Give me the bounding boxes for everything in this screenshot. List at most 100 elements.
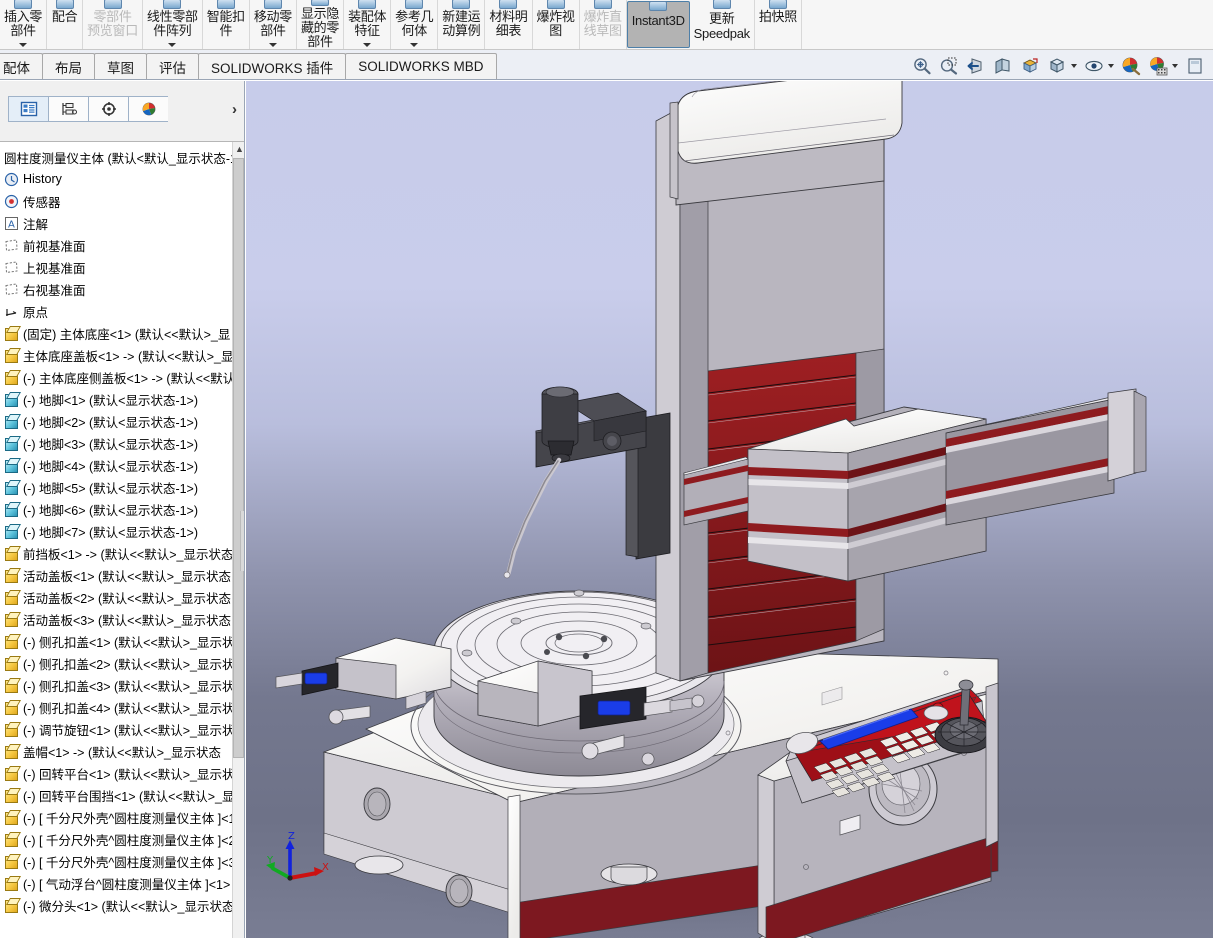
property-manager-tab[interactable] [48,96,88,122]
expand-panel-arrow[interactable]: › [232,101,237,118]
part-icon [4,832,19,847]
tree-node[interactable]: (-) 侧孔扣盖<1> (默认<<默认>_显示状 [0,630,232,652]
edit-appearance-icon[interactable] [1119,54,1143,78]
feature-tree-tab[interactable] [8,96,48,122]
display-style-chevron-down-icon[interactable] [1071,64,1077,68]
tree-node-label: 前视基准面 [23,239,86,254]
tree-node[interactable]: (-) 地脚<6> (默认<显示状态-1>) [0,498,232,520]
panel-splitter-handle[interactable] [240,511,244,571]
sensor-icon [4,194,19,209]
tree-node-label: (-) 侧孔扣盖<1> (默认<<默认>_显示状 [23,635,232,650]
graphics-viewport[interactable]: Z Y X [246,81,1213,938]
tree-node[interactable]: A 注解 [0,212,232,234]
ribbon-button-15-label: 拍快照 [758,9,797,24]
configuration-manager-tab[interactable] [88,96,128,122]
tree-root-node[interactable]: 圆柱度测量仪主体 (默认<默认_显示状态-1> [0,146,232,168]
ribbon-button-12: 爆炸直 线草图 [580,0,627,49]
part-icon [4,854,19,869]
tree-node[interactable]: (-) 地脚<2> (默认<显示状态-1>) [0,410,232,432]
feature-tree-container: 圆柱度测量仪主体 (默认<默认_显示状态-1> History 传感器 A 注解前视基准… [0,141,244,938]
tree-node-label: 前挡板<1> -> (默认<<默认>_显示状态 [23,547,232,562]
ribbon-button-5-chevron-down-icon[interactable] [268,43,277,47]
section-view-icon[interactable] [991,54,1015,78]
command-tab-4[interactable]: SOLIDWORKS 插件 [198,53,347,79]
tree-scroll-thumb[interactable] [233,158,244,758]
display-style-icon[interactable] [1045,54,1069,78]
apply-scene-icon[interactable] [1146,54,1170,78]
tree-node[interactable]: (-) 地脚<7> (默认<显示状态-1>) [0,520,232,542]
ribbon-button-3-label: 线性零部 件阵列 [146,9,198,38]
tree-node[interactable]: (-) 地脚<3> (默认<显示状态-1>) [0,432,232,454]
tree-node[interactable]: 前视基准面 [0,234,232,256]
ribbon-button-3-chevron-down-icon[interactable] [168,43,177,47]
tree-node[interactable]: 活动盖板<1> (默认<<默认>_显示状态 [0,564,232,586]
tree-node[interactable]: (固定) 主体底座<1> (默认<<默认>_显 [0,322,232,344]
tree-node[interactable]: 活动盖板<2> (默认<<默认>_显示状态 [0,586,232,608]
zoom-to-fit-icon[interactable] [910,54,934,78]
command-tab-5[interactable]: SOLIDWORKS MBD [345,53,497,79]
ribbon-filler [802,0,1213,49]
ribbon-button-0[interactable]: 插入零 部件 [0,0,48,49]
tree-node[interactable]: (-) 地脚<5> (默认<显示状态-1>) [0,476,232,498]
tree-node[interactable]: (-) [ 气动浮台^圆柱度测量仪主体 ]<1> [0,872,232,894]
ribbon-button-9-icon [452,0,471,9]
ribbon-button-3[interactable]: 线性零部 件阵列 [143,0,203,49]
tree-node[interactable]: 主体底座盖板<1> -> (默认<<默认>_显 [0,344,232,366]
ribbon-button-6[interactable]: 显示隐 藏的零 部件 [297,0,345,49]
previous-view-icon[interactable] [964,54,988,78]
scroll-up-arrow-icon[interactable]: ▲ [233,142,244,156]
ribbon-button-4[interactable]: 智能扣 件 [203,0,250,49]
ribbon-button-10-icon [499,0,518,9]
ribbon-button-15[interactable]: 拍快照 [755,0,802,49]
ribbon-button-8-chevron-down-icon[interactable] [410,43,419,47]
ribbon-button-10[interactable]: 材料明 细表 [485,0,533,49]
tree-node[interactable]: 盖帽<1> -> (默认<<默认>_显示状态 [0,740,232,762]
ribbon-button-7-chevron-down-icon[interactable] [363,43,372,47]
ribbon-button-13[interactable]: Instant3D [626,1,690,48]
ribbon-button-8[interactable]: 参考几 何体 [391,0,439,49]
tree-node[interactable]: 活动盖板<3> (默认<<默认>_显示状态 [0,608,232,630]
command-tab-2[interactable]: 草图 [94,53,147,79]
apply-scene-chevron-down-icon[interactable] [1172,64,1178,68]
ribbon-button-1[interactable]: 配合 [47,0,84,49]
view-orientation-icon[interactable] [1018,54,1042,78]
tree-node[interactable]: 原点 [0,300,232,322]
tree-node[interactable]: (-) 微分头<1> (默认<<默认>_显示状态 [0,894,232,916]
tree-node[interactable]: (-) 调节旋钮<1> (默认<<默认>_显示状 [0,718,232,740]
tree-node[interactable]: History [0,168,232,190]
annotation-icon: A [4,216,19,231]
ribbon-button-1-label: 配合 [51,9,78,24]
tree-node[interactable]: (-) 侧孔扣盖<4> (默认<<默认>_显示状 [0,696,232,718]
command-tab-1[interactable]: 布局 [42,53,95,79]
tree-node[interactable]: 前挡板<1> -> (默认<<默认>_显示状态 [0,542,232,564]
tree-node-label: (-) 地脚<4> (默认<显示状态-1>) [23,459,199,474]
ribbon-button-14[interactable]: 更新 Speedpak [690,0,755,49]
tree-node[interactable]: (-) [ 千分尺外壳^圆柱度测量仪主体 ]<1 [0,806,232,828]
ribbon-button-7[interactable]: 装配体 特征 [344,0,392,49]
ribbon-button-0-chevron-down-icon[interactable] [19,43,28,47]
command-tab-3[interactable]: 评估 [146,53,199,79]
tree-node[interactable]: (-) 地脚<4> (默认<显示状态-1>) [0,454,232,476]
tree-node[interactable]: (-) 回转平台<1> (默认<<默认>_显示状 [0,762,232,784]
tree-node[interactable]: (-) 回转平台围挡<1> (默认<<默认>_显 [0,784,232,806]
tree-node[interactable]: (-) 侧孔扣盖<2> (默认<<默认>_显示状 [0,652,232,674]
tree-node[interactable]: (-) [ 千分尺外壳^圆柱度测量仪主体 ]<2 [0,828,232,850]
hide-show-chevron-down-icon[interactable] [1108,64,1114,68]
tree-node[interactable]: (-) 地脚<1> (默认<显示状态-1>) [0,388,232,410]
ribbon-button-11[interactable]: 爆炸视 图 [533,0,580,49]
command-tab-0[interactable]: 配体 [0,53,43,79]
zoom-to-area-icon[interactable] [937,54,961,78]
tree-node[interactable]: 传感器 [0,190,232,212]
ribbon-button-9[interactable]: 新建运 动算例 [438,0,486,49]
display-manager-tab[interactable] [128,96,168,122]
tree-node[interactable]: 右视基准面 [0,278,232,300]
ribbon-button-13-label: Instant3D [631,13,685,28]
tree-node[interactable]: 上视基准面 [0,256,232,278]
tree-node[interactable]: (-) 侧孔扣盖<3> (默认<<默认>_显示状 [0,674,232,696]
ribbon-button-5[interactable]: 移动零 部件 [250,0,297,49]
feature-tree-list: 圆柱度测量仪主体 (默认<默认_显示状态-1> History 传感器 A 注解前视基准… [0,142,232,916]
view-settings-icon[interactable] [1183,54,1207,78]
tree-node[interactable]: (-) 主体底座侧盖板<1> -> (默认<<默认 [0,366,232,388]
hide-show-items-icon[interactable] [1082,54,1106,78]
tree-node[interactable]: (-) [ 千分尺外壳^圆柱度测量仪主体 ]<3 [0,850,232,872]
